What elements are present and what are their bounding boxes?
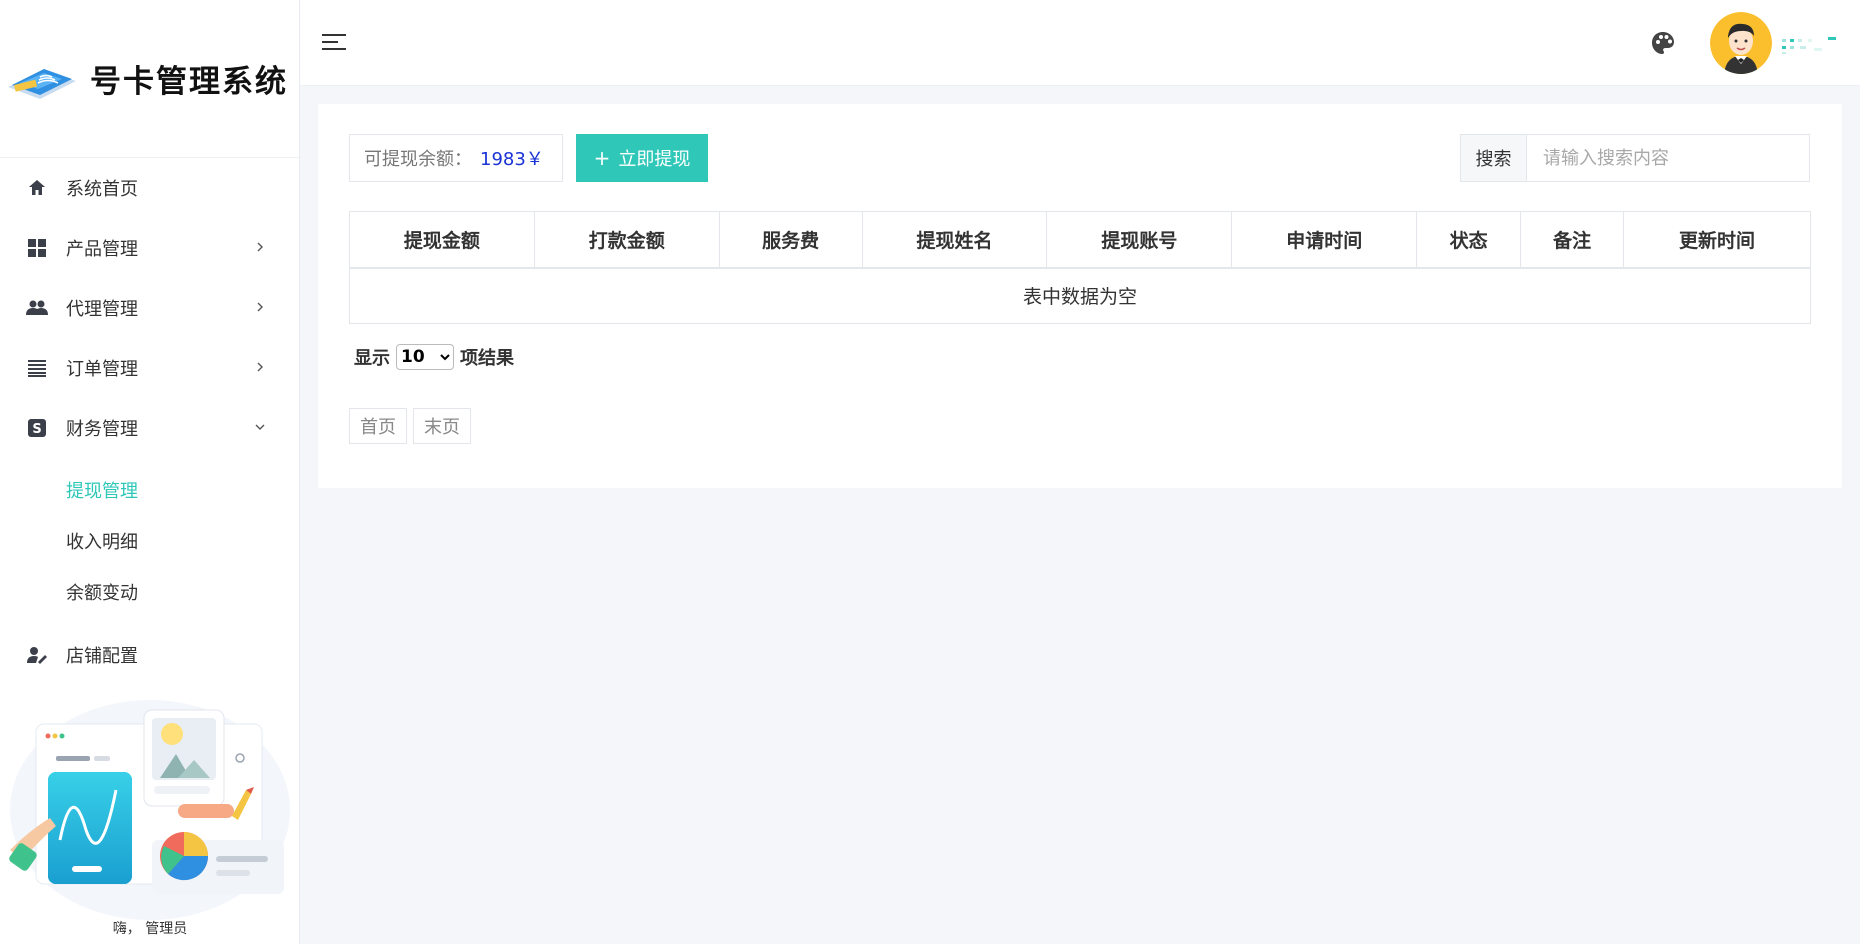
column-header[interactable]: 提现姓名 [861,211,1048,269]
sidebar-item-label: 订单管理 [66,359,138,380]
withdraw-now-button[interactable]: + 立即提现 [576,134,708,182]
logo[interactable]: 号卡管理系统 [0,0,299,158]
finance-submenu: 提现管理 收入明细 余额变动 [0,458,299,625]
withdraw-table: 提现金额 打款金额 服务费 提现姓名 提现账号 申请时间 状态 备注 更新时间 … [349,211,1811,324]
sidebar-item-shop-config[interactable]: 店铺配置 [0,625,299,685]
sidebar-menu-bottom: 店铺配置 [0,625,299,685]
dashboard-illustration [9,700,290,920]
user-edit-icon [26,644,48,666]
search-label: 搜索 [1461,135,1527,181]
page-size-select[interactable]: 10 [396,344,454,370]
chevron-down-icon [255,422,265,432]
results-label: 项结果 [460,348,514,369]
show-label: 显示 [354,348,390,369]
menu-toggle-icon[interactable] [320,30,348,54]
plus-icon: + [593,146,611,170]
last-page-button[interactable]: 末页 [413,408,471,444]
sidebar-item-products[interactable]: 产品管理 [0,218,299,278]
balance-label: 可提现余额： [364,149,472,170]
sidebar-item-label: 代理管理 [66,299,138,320]
sidebar-item-label: 财务管理 [66,419,138,440]
first-page-button[interactable]: 首页 [349,408,407,444]
sidebar: 号卡管理系统 系统首页 产品管理 代理管理 订单管理 S 财务管理 提现管理 收… [0,0,300,944]
sidebar-subitem-balance-changes[interactable]: 余额变动 [0,566,299,617]
sim-card-logo-icon [8,68,76,99]
column-header[interactable]: 更新时间 [1623,211,1811,269]
palette-icon[interactable] [1650,30,1676,56]
sidebar-item-label: 店铺配置 [66,646,138,667]
sidebar-item-label: 系统首页 [66,179,138,200]
table-header-row: 提现金额 打款金额 服务费 提现姓名 提现账号 申请时间 状态 备注 更新时间 [349,211,1811,269]
greeting-text: 嗨， 管理员 [112,921,188,937]
balance-value: 1983￥ [480,149,544,170]
sidebar-subitem-withdraw[interactable]: 提现管理 [0,464,299,515]
withdraw-button-label: 立即提现 [618,149,691,170]
app-title: 号卡管理系统 [90,64,288,100]
available-balance: 可提现余额： 1983￥ [349,134,563,182]
column-header[interactable]: 状态 [1416,211,1522,269]
chevron-right-icon [255,362,265,372]
search-input[interactable] [1527,135,1809,181]
column-header[interactable]: 备注 [1520,211,1625,269]
top-header [300,0,1860,86]
column-header[interactable]: 服务费 [718,211,863,269]
search-group: 搜索 [1460,134,1810,182]
sidebar-item-finance[interactable]: S 财务管理 [0,398,299,458]
home-icon [26,177,48,199]
sidebar-item-label: 产品管理 [66,239,138,260]
column-header[interactable]: 提现金额 [349,211,535,269]
svg-text:S: S [32,422,41,437]
chevron-right-icon [255,302,265,312]
column-header[interactable]: 提现账号 [1046,211,1233,269]
dollar-icon: S [26,417,48,439]
empty-table-message: 表中数据为空 [349,267,1811,324]
sidebar-item-orders[interactable]: 订单管理 [0,338,299,398]
pagination: 首页 末页 [349,408,477,444]
sidebar-item-home[interactable]: 系统首页 [0,158,299,218]
sidebar-menu: 系统首页 产品管理 代理管理 订单管理 S 财务管理 [0,158,299,458]
withdraw-panel: 可提现余额： 1983￥ + 立即提现 搜索 提现金额 打款金额 服务费 提现姓… [318,104,1842,488]
table-row: 表中数据为空 [349,267,1811,324]
user-name-chip[interactable] [1780,36,1840,56]
grid-icon [26,237,48,259]
chevron-right-icon [255,242,265,252]
list-icon [26,357,48,379]
page-size-control: 显示 10 项结果 [354,344,514,370]
sidebar-item-agents[interactable]: 代理管理 [0,278,299,338]
column-header[interactable]: 打款金额 [533,211,720,269]
users-icon [26,297,48,319]
user-avatar[interactable] [1710,12,1772,74]
column-header[interactable]: 申请时间 [1231,211,1418,269]
sidebar-subitem-income[interactable]: 收入明细 [0,515,299,566]
